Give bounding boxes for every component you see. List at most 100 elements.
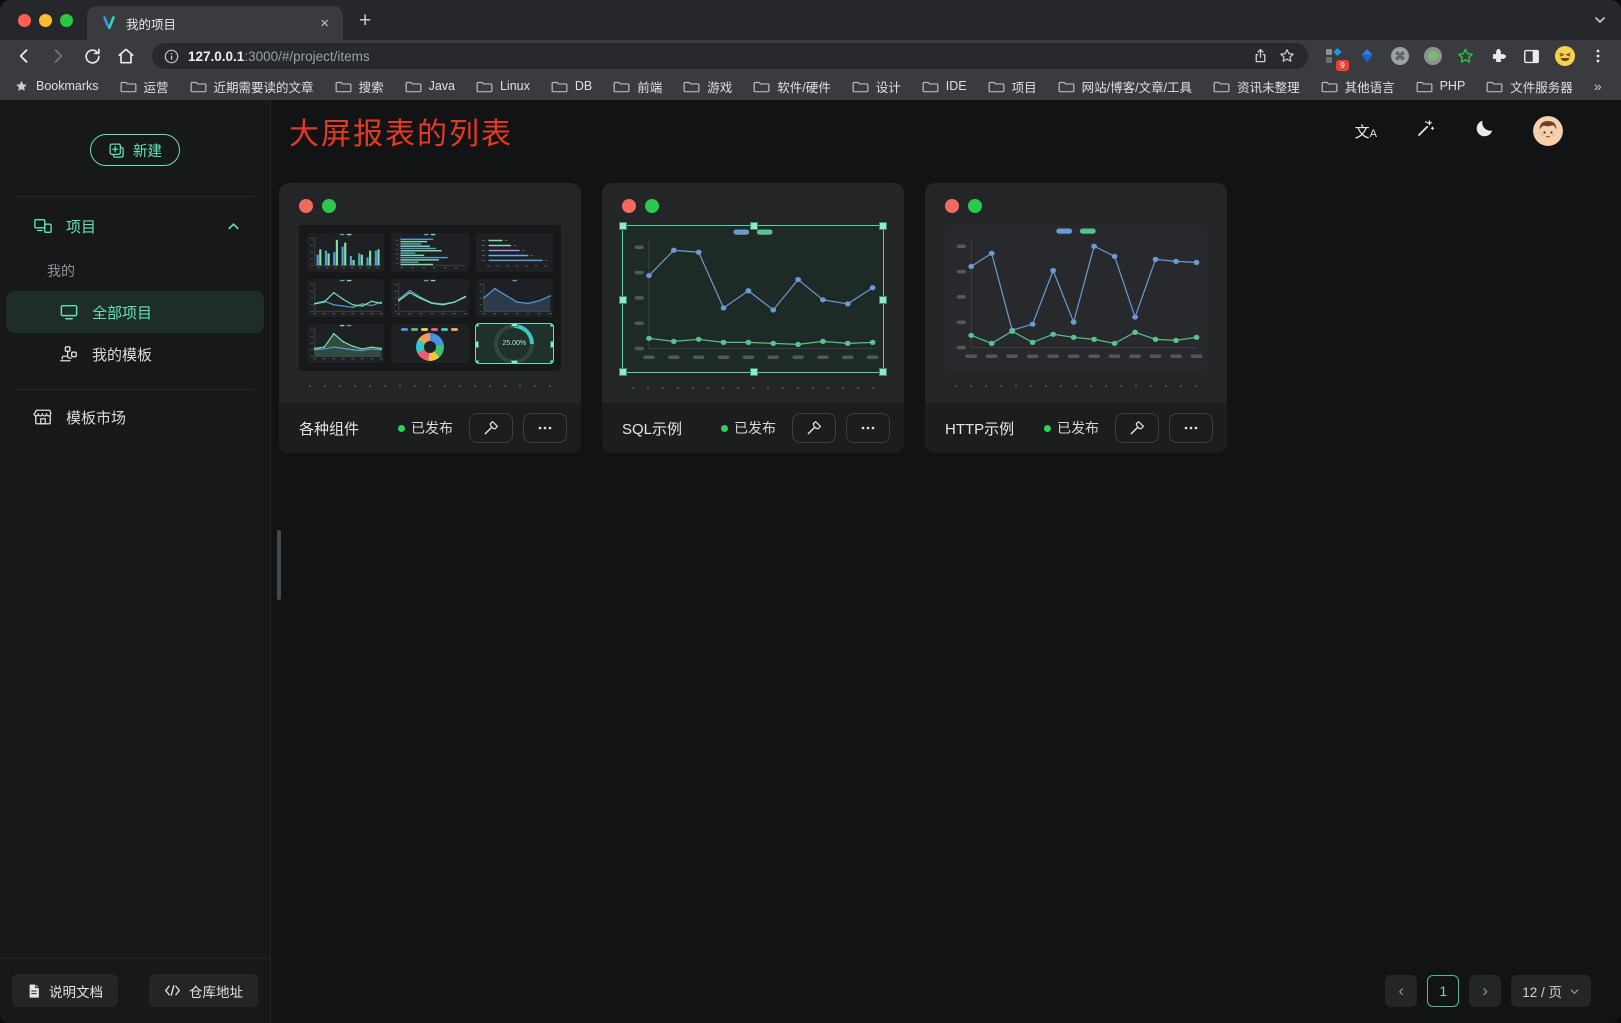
tab-title: 我的项目 [126,14,307,33]
screen: 我的项目 × + 127.0.0.1:3000/#/project/items … [0,0,1621,1023]
current-page-button[interactable]: 1 [1427,975,1459,1007]
status-dot [1044,425,1051,432]
bookmark-folder[interactable]: 搜索 [335,77,384,96]
mini-bar-chart [307,233,384,272]
language-toggle-icon[interactable]: 文A [1355,121,1377,142]
extensions-puzzle-icon[interactable] [1485,43,1512,70]
site-favicon-icon [101,15,117,31]
profile-emoji-avatar[interactable] [1551,43,1578,70]
back-button[interactable] [10,42,38,70]
close-tab-icon[interactable]: × [316,15,333,32]
scrollbar-thumb[interactable] [277,530,281,600]
minimize-window-button[interactable] [39,14,52,27]
extension-record-icon[interactable] [1419,43,1446,70]
bookmarks-manager-item[interactable]: Bookmarks [14,79,99,94]
bookmark-folder[interactable]: 资讯未整理 [1213,77,1300,96]
bookmark-folder[interactable]: 运营 [120,77,169,96]
bookmark-folder[interactable]: Linux [476,79,530,93]
home-button[interactable] [112,42,140,70]
bookmark-folder[interactable]: IDE [922,79,967,93]
repo-button[interactable]: 仓库地址 [149,974,258,1007]
bookmarks-overflow-icon[interactable]: » [1594,78,1602,94]
bookmark-folder[interactable]: Java [405,79,455,93]
sidebar-item-label: 全部项目 [92,302,152,323]
share-icon[interactable] [1252,47,1269,65]
next-page-button[interactable]: › [1469,975,1501,1007]
bookmark-label: 其他语言 [1345,77,1395,96]
more-actions-button[interactable] [523,413,567,443]
bookmark-label: 运营 [144,77,169,96]
folder-icon [476,79,493,93]
edit-project-button[interactable] [792,413,836,443]
reload-button[interactable] [78,42,106,70]
new-project-icon [108,142,125,159]
chevron-up-icon[interactable] [227,220,240,233]
docs-button[interactable]: 说明文档 [12,974,118,1007]
svg-text:⌘: ⌘ [1394,51,1405,63]
side-panel-icon[interactable] [1518,43,1545,70]
magic-wand-icon[interactable] [1415,118,1436,144]
folder-icon [1213,79,1230,93]
card-red-dot [622,199,636,213]
folder-icon [1486,79,1503,93]
browser-menu-icon[interactable] [1584,43,1611,70]
new-project-button[interactable]: 新建 [90,134,180,166]
sidebar-divider [16,389,254,390]
docs-label: 说明文档 [49,981,103,1001]
zoom-window-button[interactable] [60,14,73,27]
user-avatar[interactable] [1533,116,1563,146]
bookmark-folder[interactable]: 设计 [852,77,901,96]
sidebar-item-projects[interactable]: 项目 [0,205,270,247]
project-title: HTTP示例 [945,418,1014,439]
mini-gauge-chart-selected: 25.00% [476,324,553,363]
more-actions-button[interactable] [1169,413,1213,443]
hammer-icon [482,419,500,437]
extension-green-star-icon[interactable] [1452,43,1479,70]
site-info-icon[interactable] [164,49,179,64]
extension-tabs-icon[interactable]: 9 [1320,43,1347,70]
prev-page-button[interactable]: ‹ [1385,975,1417,1007]
more-actions-button[interactable] [846,413,890,443]
sidebar-item-label: 模板市场 [66,407,126,428]
page-size-value: 12 / 页 [1522,981,1562,1001]
page-size-select[interactable]: 12 / 页 [1511,975,1591,1007]
bookmark-star-icon[interactable] [1278,47,1296,65]
tab-search-chevron-icon[interactable] [1593,13,1607,27]
edit-project-button[interactable] [469,413,513,443]
bookmark-folder[interactable]: 网站/博客/文章/工具 [1058,77,1192,96]
status-dot [721,425,728,432]
bookmark-folder[interactable]: 前端 [613,77,662,96]
address-bar[interactable]: 127.0.0.1:3000/#/project/items [152,43,1308,69]
close-window-button[interactable] [18,14,31,27]
bookmark-folder[interactable]: 项目 [988,77,1037,96]
dark-mode-moon-icon[interactable] [1474,118,1495,144]
bookmark-folder[interactable]: DB [551,79,592,93]
bookmark-folder[interactable]: 其他语言 [1321,77,1395,96]
bookmark-folder[interactable]: PHP [1416,79,1466,93]
sidebar-item-all-projects[interactable]: 全部项目 [6,291,264,333]
forward-button[interactable] [44,42,72,70]
bookmark-folder[interactable]: 近期需要读的文章 [190,77,314,96]
bookmark-folder[interactable]: 文件服务器 [1486,77,1573,96]
extension-gem-icon[interactable] [1353,43,1380,70]
project-card-components[interactable]: 25.00% 各种组件 已发布 [279,183,581,453]
sidebar-item-template-market[interactable]: 模板市场 [0,396,270,438]
bookmark-folder[interactable]: 软件/硬件 [753,77,830,96]
document-icon [27,983,41,999]
bookmark-label: IDE [946,79,967,93]
browser-tab[interactable]: 我的项目 × [87,6,343,40]
extension-command-icon[interactable]: ⌘ [1386,43,1413,70]
project-card-sql[interactable]: SQL示例 已发布 [602,183,904,453]
pagination: ‹ 1 › 12 / 页 [1385,975,1591,1007]
chevron-down-icon [1569,986,1580,997]
bookmark-folder[interactable]: 游戏 [683,77,732,96]
bookmark-label: Linux [500,79,530,93]
project-card-http[interactable]: HTTP示例 已发布 [925,183,1227,453]
sidebar-item-my-templates[interactable]: 我的模板 [0,333,270,375]
sidebar-item-label: 我的模板 [92,344,152,365]
edit-project-button[interactable] [1115,413,1159,443]
folder-icon [335,79,352,93]
hammer-icon [1128,419,1146,437]
folder-icon [405,79,422,93]
new-tab-button[interactable]: + [359,10,371,31]
